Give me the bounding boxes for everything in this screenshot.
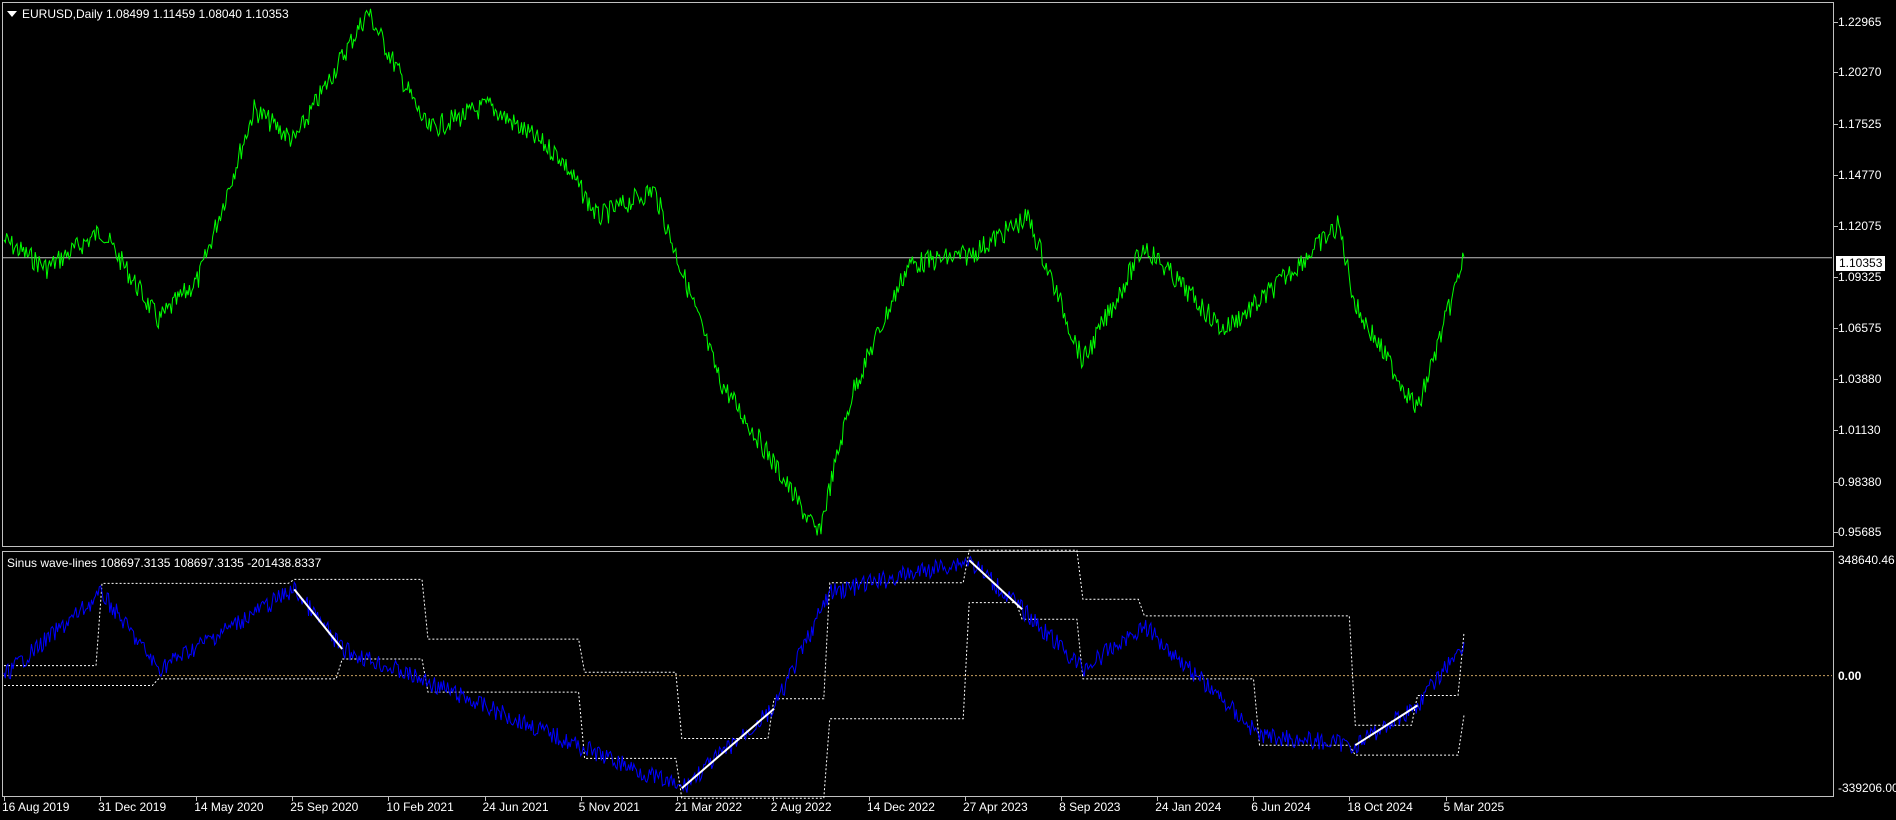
time-axis-label: 8 Sep 2023	[1059, 800, 1121, 814]
time-axis-label: 27 Apr 2023	[963, 800, 1028, 814]
indicator-axis-label: 348640.46	[1838, 553, 1895, 567]
price-axis-label: 1.09325	[1838, 270, 1882, 284]
trend-line-3	[968, 559, 1023, 611]
price-axis-label: 0.95685	[1838, 525, 1882, 539]
time-axis-label: 21 Mar 2022	[674, 800, 743, 814]
time-axis-label: 5 Mar 2025	[1443, 800, 1505, 814]
price-line	[3, 8, 1465, 536]
time-axis-label: 24 Jan 2024	[1155, 800, 1222, 814]
time-axis-label: 6 Jun 2024	[1251, 800, 1311, 814]
price-axis-label: 1.20270	[1838, 65, 1882, 80]
time-axis-label: 14 May 2020	[194, 800, 264, 814]
price-axis-label: 1.14770	[1838, 168, 1882, 183]
price-axis-label: 0.98380	[1838, 474, 1882, 489]
price-axis-label: 1.17525	[1838, 116, 1882, 131]
price-axis-label: 1.01130	[1838, 423, 1881, 438]
current-price-tag: 1.10353	[1836, 256, 1886, 271]
time-axis-label: 14 Dec 2022	[866, 800, 935, 814]
price-axis-label: 1.06575	[1838, 321, 1882, 336]
price-axis-label: 1.03880	[1838, 371, 1882, 386]
trend-line-1	[293, 588, 343, 650]
chart-canvas	[3, 8, 1832, 799]
indicator-line	[3, 555, 1465, 793]
time-axis-label: 10 Feb 2021	[386, 800, 454, 814]
time-axis-label: 16 Aug 2019	[2, 800, 70, 814]
price-axis-label: 1.22965	[1838, 15, 1882, 29]
time-axis-label: 31 Dec 2019	[98, 800, 167, 814]
time-axis-label: 2 Aug 2022	[770, 800, 832, 814]
price-axis-label: 1.12075	[1838, 218, 1882, 233]
trend-line-2	[681, 707, 775, 790]
time-axis-label: 18 Oct 2024	[1347, 800, 1413, 814]
upper-envelope	[4, 549, 1465, 739]
time-axis-label: 24 Jun 2021	[482, 800, 549, 814]
time-axis-label: 5 Nov 2021	[578, 800, 640, 814]
indicator-axis-label: -339206.00	[1838, 781, 1896, 795]
indicator-axis-label: 0.00	[1838, 668, 1862, 683]
time-axis-label: 25 Sep 2020	[290, 800, 359, 814]
